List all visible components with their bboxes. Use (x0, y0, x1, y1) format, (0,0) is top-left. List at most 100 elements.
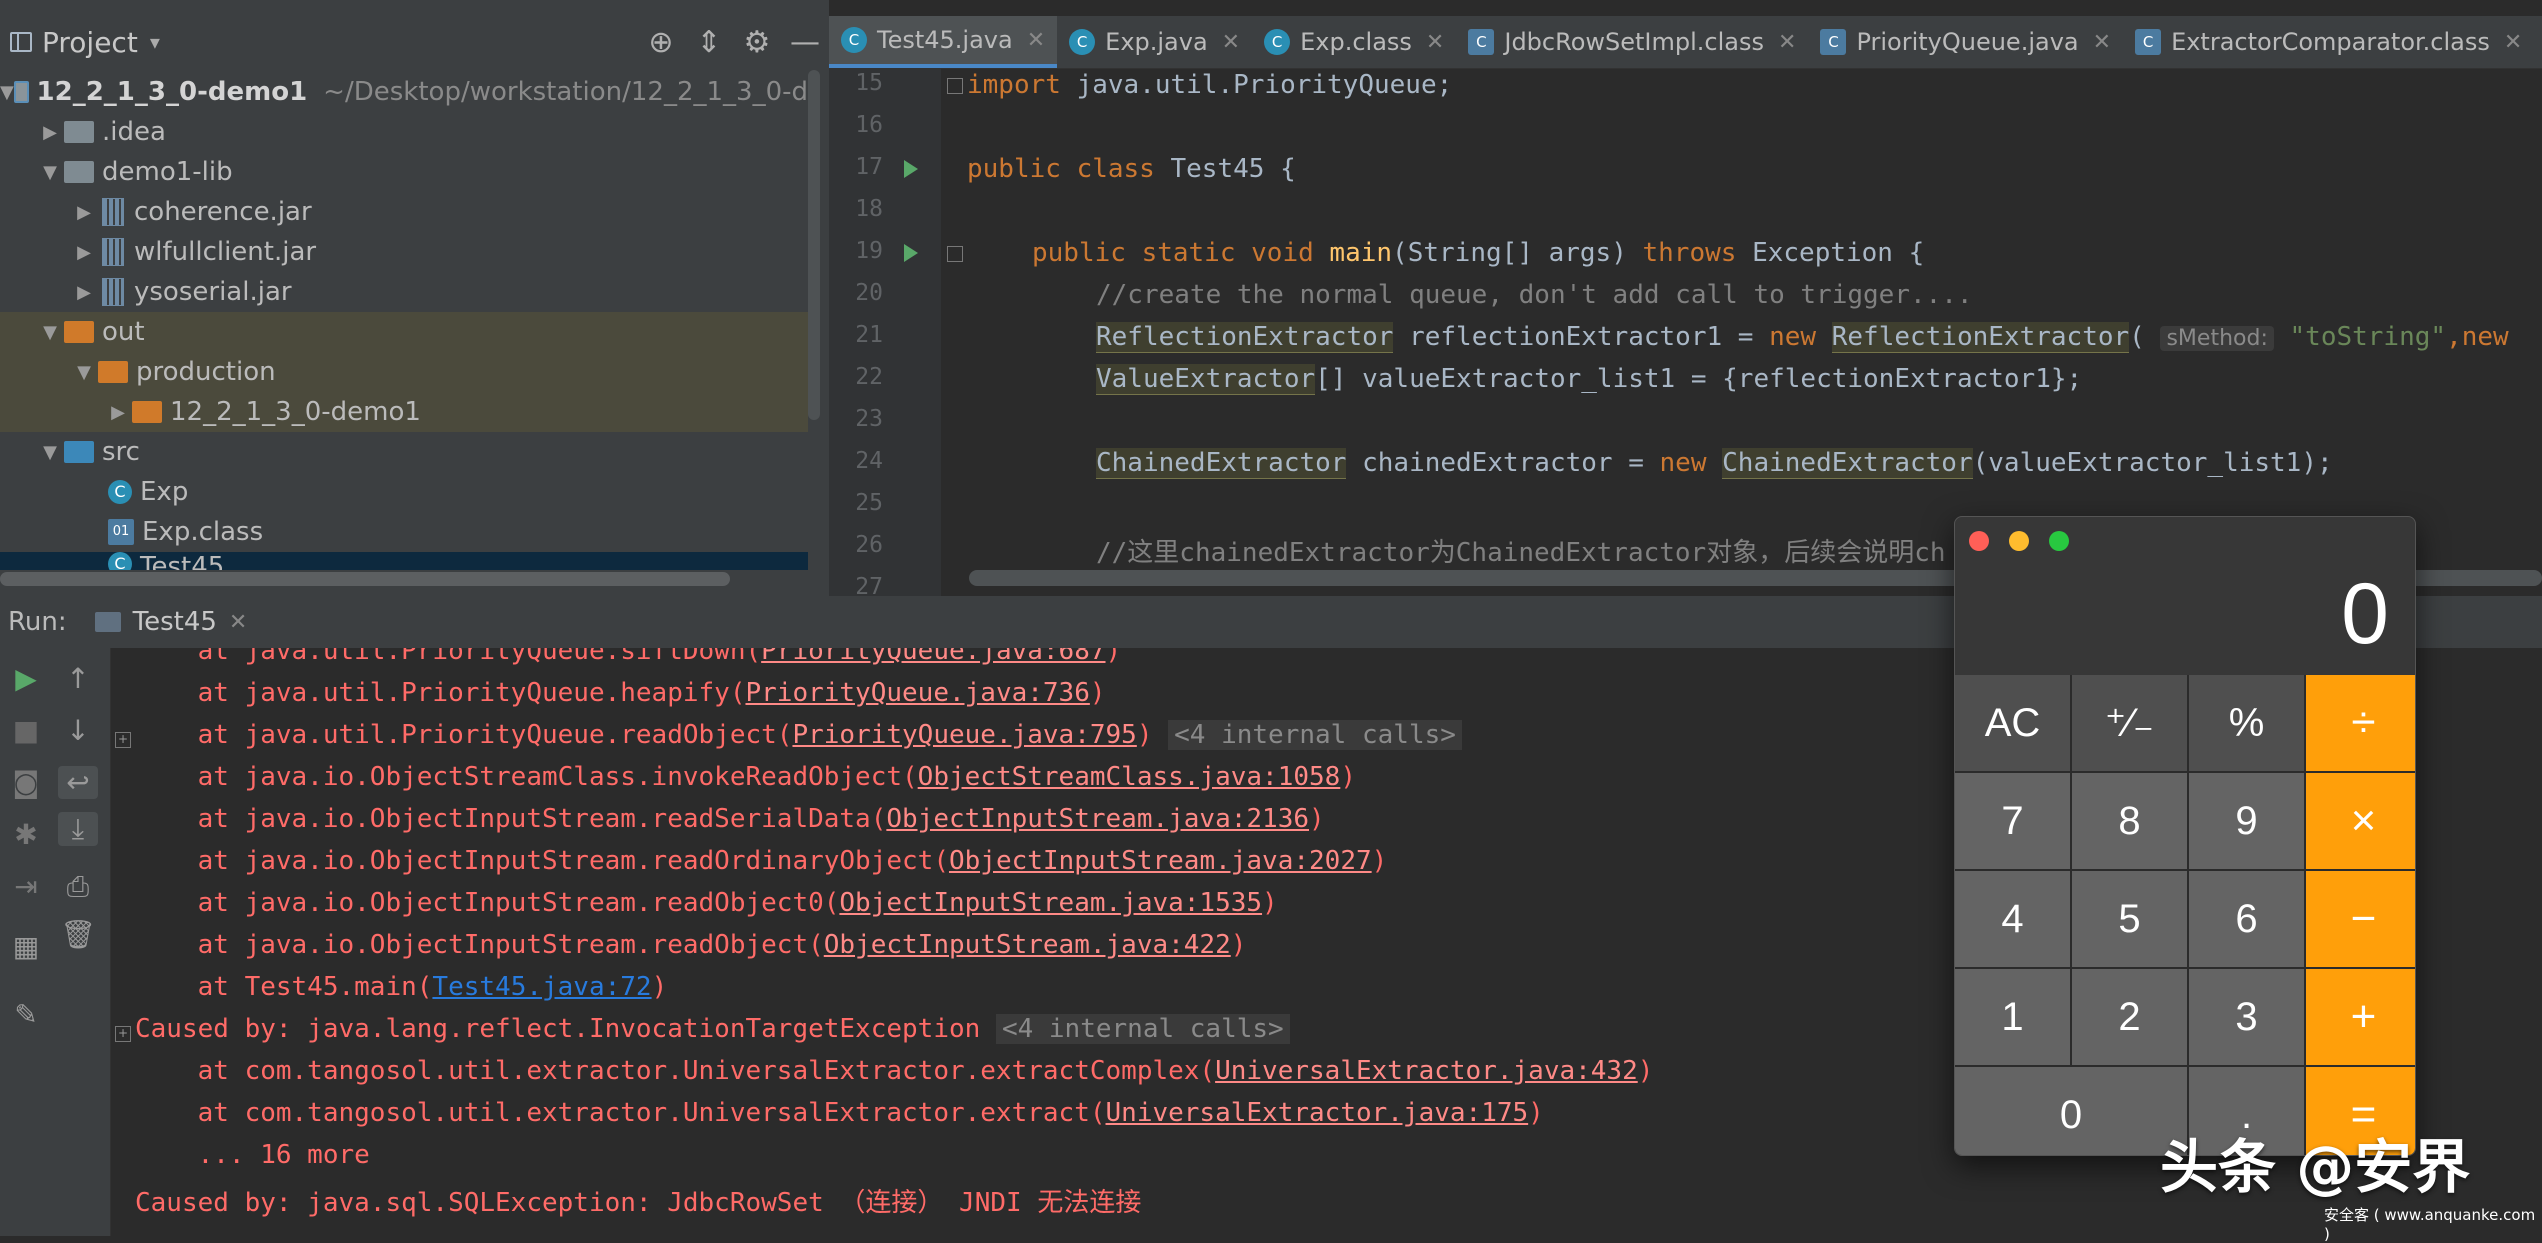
chevron-right-icon[interactable]: ▶ (70, 242, 98, 263)
tab-test45-java[interactable]: C Test45.java ✕ (829, 16, 1058, 68)
close-icon[interactable]: ✕ (1778, 30, 1796, 55)
source-link[interactable]: PriorityQueue.java:687 (761, 648, 1105, 666)
calc-key-3[interactable]: ÷ (2306, 675, 2415, 771)
expand-icon[interactable]: + (115, 732, 131, 748)
calc-key-12[interactable]: 1 (1955, 969, 2070, 1065)
chevron-right-icon[interactable]: ▶ (36, 122, 64, 143)
collapse-all-icon[interactable]: ⇕ (685, 25, 733, 60)
fold-marker-icon[interactable] (947, 246, 963, 262)
code-editor[interactable]: C Test45.java ✕ C Exp.java ✕ C Exp.class… (829, 0, 2542, 596)
calc-key-13[interactable]: 2 (2072, 969, 2187, 1065)
close-icon[interactable]: ✕ (1027, 28, 1045, 53)
chevron-right-icon[interactable]: ▶ (104, 402, 132, 423)
source-link[interactable]: PriorityQueue.java:795 (792, 720, 1136, 750)
chevron-down-icon[interactable]: ▼ (36, 162, 64, 183)
calc-key-7[interactable]: × (2306, 773, 2415, 869)
tab-exp-java[interactable]: C Exp.java ✕ (1057, 16, 1252, 68)
tree-item-out[interactable]: ▼ out (0, 312, 808, 352)
chevron-right-icon[interactable]: ▶ (70, 202, 98, 223)
tree-item-exp[interactable]: C Exp (0, 472, 808, 512)
settings-icon[interactable]: ✱ (0, 818, 52, 851)
gear-icon[interactable]: ⚙ (733, 25, 781, 60)
source-link[interactable]: UniversalExtractor.java:175 (1106, 1098, 1529, 1128)
layout-icon[interactable]: ▦ (0, 930, 52, 963)
chevron-down-icon[interactable]: ▼ (36, 442, 64, 463)
trash-icon[interactable]: 🗑 (52, 918, 104, 951)
calc-key-6[interactable]: 9 (2189, 773, 2304, 869)
run-class-icon[interactable] (904, 160, 918, 178)
close-icon[interactable]: ✕ (2504, 30, 2522, 55)
tree-item-output-module[interactable]: ▶ 12_2_1_3_0-demo1 (0, 392, 808, 432)
calc-key-8[interactable]: 4 (1955, 871, 2070, 967)
calc-key-9[interactable]: 5 (2072, 871, 2187, 967)
print-icon[interactable]: ⎙ (52, 870, 104, 904)
tab-jdbcrowsetimpl-class[interactable]: C JdbcRowSetImpl.class ✕ (1456, 16, 1808, 68)
hide-panel-icon[interactable]: — (781, 25, 829, 60)
zoom-window-button[interactable] (2049, 531, 2069, 551)
tab-priorityqueue-java[interactable]: C PriorityQueue.java ✕ (1808, 16, 2123, 68)
locate-icon[interactable]: ⊕ (637, 25, 685, 60)
expand-icon[interactable]: + (115, 1026, 131, 1042)
run-tab-test45[interactable]: Test45 ✕ (94, 607, 247, 637)
scroll-to-end-icon[interactable]: ⤓ (58, 812, 98, 846)
close-icon[interactable]: ✕ (229, 610, 247, 635)
tree-item-exp-class[interactable]: 01 Exp.class (0, 512, 808, 552)
close-icon[interactable]: ✕ (2093, 30, 2111, 55)
up-arrow-icon[interactable]: ↑ (52, 662, 104, 695)
calc-key-15[interactable]: + (2306, 969, 2415, 1065)
calc-key-4[interactable]: 7 (1955, 773, 2070, 869)
calc-key-16[interactable]: 0 (1955, 1067, 2187, 1155)
calc-key-1[interactable]: ⁺∕₋ (2072, 675, 2187, 771)
source-link[interactable]: ObjectStreamClass.java:1058 (918, 762, 1341, 792)
source-link[interactable]: ObjectInputStream.java:1535 (839, 888, 1262, 918)
project-panel-title[interactable]: Project (42, 26, 138, 59)
chevron-down-icon[interactable]: ▼ (0, 82, 14, 103)
tree-item-src[interactable]: ▼ src (0, 432, 808, 472)
down-arrow-icon[interactable]: ↓ (52, 714, 104, 747)
close-icon[interactable]: ✕ (1222, 30, 1240, 55)
source-link[interactable]: ObjectInputStream.java:2136 (886, 804, 1309, 834)
pin-icon[interactable]: ✎ (0, 998, 52, 1031)
chevron-right-icon[interactable]: ▶ (70, 282, 98, 303)
tree-item-demo1-lib[interactable]: ▼ demo1-lib (0, 152, 808, 192)
tab-overflow[interactable]: C O (2534, 16, 2542, 68)
calculator-titlebar[interactable] (1955, 517, 2415, 561)
tree-item-test45[interactable]: C Test45 (0, 552, 808, 570)
calc-key-0[interactable]: AC (1955, 675, 2070, 771)
stop-icon[interactable]: ■ (0, 714, 52, 747)
run-method-icon[interactable] (904, 244, 918, 262)
login-icon[interactable]: ⇥ (0, 870, 52, 903)
camera-icon[interactable]: ◙ (0, 766, 52, 799)
calc-key-11[interactable]: − (2306, 871, 2415, 967)
close-icon[interactable]: ✕ (1426, 30, 1444, 55)
project-horizontal-scrollbar[interactable] (0, 572, 730, 586)
source-link[interactable]: PriorityQueue.java:736 (745, 678, 1089, 708)
soft-wrap-icon[interactable]: ↩ (58, 766, 98, 799)
calc-key-2[interactable]: % (2189, 675, 2304, 771)
close-window-button[interactable] (1969, 531, 1989, 551)
source-link[interactable]: UniversalExtractor.java:432 (1215, 1056, 1638, 1086)
tree-item-project-root[interactable]: ▼ 12_2_1_3_0-demo1 ~/Desktop/workstation… (0, 72, 808, 112)
project-vertical-scrollbar[interactable] (808, 70, 820, 420)
tab-extractorcomparator-class[interactable]: C ExtractorComparator.class ✕ (2123, 16, 2534, 68)
internal-calls-fold[interactable]: <4 internal calls> (1168, 720, 1462, 750)
chevron-down-icon[interactable]: ▾ (150, 30, 160, 54)
tree-item-production[interactable]: ▼ production (0, 352, 808, 392)
source-link[interactable]: ObjectInputStream.java:422 (824, 930, 1231, 960)
tab-exp-class[interactable]: C Exp.class ✕ (1252, 16, 1456, 68)
tree-item-coherence-jar[interactable]: ▶ coherence.jar (0, 192, 808, 232)
chevron-down-icon[interactable]: ▼ (70, 362, 98, 383)
tree-item-wlfullclient-jar[interactable]: ▶ wlfullclient.jar (0, 232, 808, 272)
rerun-icon[interactable]: ▶ (0, 662, 52, 695)
tree-item-ysoserial-jar[interactable]: ▶ ysoserial.jar (0, 272, 808, 312)
calc-key-14[interactable]: 3 (2189, 969, 2304, 1065)
minimize-window-button[interactable] (2009, 531, 2029, 551)
calc-key-5[interactable]: 8 (2072, 773, 2187, 869)
fold-marker-icon[interactable] (947, 78, 963, 94)
source-link[interactable]: ObjectInputStream.java:2027 (949, 846, 1372, 876)
calc-key-10[interactable]: 6 (2189, 871, 2304, 967)
tree-item-idea[interactable]: ▶ .idea (0, 112, 808, 152)
source-link[interactable]: Test45.java:72 (432, 972, 651, 1002)
chevron-down-icon[interactable]: ▼ (36, 322, 64, 343)
internal-calls-fold[interactable]: <4 internal calls> (995, 1014, 1290, 1044)
